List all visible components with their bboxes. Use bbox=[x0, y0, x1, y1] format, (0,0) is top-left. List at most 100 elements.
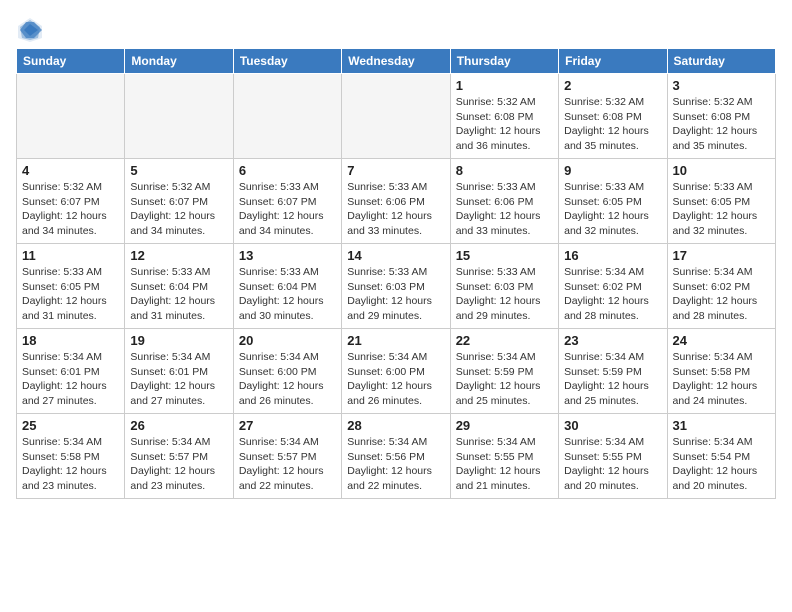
day-number: 30 bbox=[564, 418, 661, 433]
day-number: 22 bbox=[456, 333, 553, 348]
day-info: Sunrise: 5:33 AM Sunset: 6:03 PM Dayligh… bbox=[347, 265, 444, 324]
day-info: Sunrise: 5:32 AM Sunset: 6:07 PM Dayligh… bbox=[130, 180, 227, 239]
calendar-cell: 15 Sunrise: 5:33 AM Sunset: 6:03 PM Dayli… bbox=[450, 244, 558, 329]
day-info: Sunrise: 5:33 AM Sunset: 6:07 PM Dayligh… bbox=[239, 180, 336, 239]
day-info: Sunrise: 5:33 AM Sunset: 6:04 PM Dayligh… bbox=[239, 265, 336, 324]
day-number: 1 bbox=[456, 78, 553, 93]
calendar-cell: 16Sunrise: 5:34 AM Sunset: 6:02 PM Dayli… bbox=[559, 244, 667, 329]
day-number: 28 bbox=[347, 418, 444, 433]
week-row-2: 4 Sunrise: 5:32 AM Sunset: 6:07 PM Daylig… bbox=[17, 159, 776, 244]
logo bbox=[16, 16, 48, 44]
calendar-cell: 17 Sunrise: 5:34 AM Sunset: 6:02 PM Dayli… bbox=[667, 244, 775, 329]
day-info: Sunrise: 5:34 AM Sunset: 6:00 PM Dayligh… bbox=[239, 350, 336, 409]
day-info: Sunrise: 5:34 AM Sunset: 5:57 PM Dayligh… bbox=[239, 435, 336, 494]
calendar-cell: 14 Sunrise: 5:33 AM Sunset: 6:03 PM Dayli… bbox=[342, 244, 450, 329]
calendar-cell: 1 Sunrise: 5:32 AM Sunset: 6:08 PM Daylig… bbox=[450, 74, 558, 159]
week-row-4: 18Sunrise: 5:34 AM Sunset: 6:01 PM Dayli… bbox=[17, 329, 776, 414]
day-info: Sunrise: 5:34 AM Sunset: 5:58 PM Dayligh… bbox=[22, 435, 119, 494]
calendar-cell bbox=[233, 74, 341, 159]
day-info: Sunrise: 5:34 AM Sunset: 6:01 PM Dayligh… bbox=[22, 350, 119, 409]
calendar-cell: 20 Sunrise: 5:34 AM Sunset: 6:00 PM Dayli… bbox=[233, 329, 341, 414]
calendar-cell: 21Sunrise: 5:34 AM Sunset: 6:00 PM Dayli… bbox=[342, 329, 450, 414]
day-number: 19 bbox=[130, 333, 227, 348]
calendar-cell bbox=[342, 74, 450, 159]
calendar-cell: 28 Sunrise: 5:34 AM Sunset: 5:56 PM Dayli… bbox=[342, 414, 450, 499]
calendar-cell: 7 Sunrise: 5:33 AM Sunset: 6:06 PM Daylig… bbox=[342, 159, 450, 244]
day-number: 24 bbox=[673, 333, 770, 348]
column-header-sunday: Sunday bbox=[17, 49, 125, 74]
week-row-5: 25Sunrise: 5:34 AM Sunset: 5:58 PM Dayli… bbox=[17, 414, 776, 499]
calendar-cell: 31Sunrise: 5:34 AM Sunset: 5:54 PM Dayli… bbox=[667, 414, 775, 499]
day-info: Sunrise: 5:33 AM Sunset: 6:05 PM Dayligh… bbox=[564, 180, 661, 239]
calendar-cell: 18Sunrise: 5:34 AM Sunset: 6:01 PM Dayli… bbox=[17, 329, 125, 414]
day-info: Sunrise: 5:34 AM Sunset: 5:59 PM Dayligh… bbox=[456, 350, 553, 409]
day-info: Sunrise: 5:33 AM Sunset: 6:03 PM Dayligh… bbox=[456, 265, 553, 324]
week-row-1: 1 Sunrise: 5:32 AM Sunset: 6:08 PM Daylig… bbox=[17, 74, 776, 159]
day-info: Sunrise: 5:34 AM Sunset: 5:57 PM Dayligh… bbox=[130, 435, 227, 494]
column-header-thursday: Thursday bbox=[450, 49, 558, 74]
day-number: 23 bbox=[564, 333, 661, 348]
day-info: Sunrise: 5:34 AM Sunset: 6:02 PM Dayligh… bbox=[673, 265, 770, 324]
day-number: 11 bbox=[22, 248, 119, 263]
day-info: Sunrise: 5:33 AM Sunset: 6:05 PM Dayligh… bbox=[673, 180, 770, 239]
calendar-cell: 24 Sunrise: 5:34 AM Sunset: 5:58 PM Dayli… bbox=[667, 329, 775, 414]
day-number: 12 bbox=[130, 248, 227, 263]
day-number: 6 bbox=[239, 163, 336, 178]
day-number: 16 bbox=[564, 248, 661, 263]
day-info: Sunrise: 5:33 AM Sunset: 6:06 PM Dayligh… bbox=[347, 180, 444, 239]
week-row-3: 11 Sunrise: 5:33 AM Sunset: 6:05 PM Dayli… bbox=[17, 244, 776, 329]
calendar-cell: 19 Sunrise: 5:34 AM Sunset: 6:01 PM Dayli… bbox=[125, 329, 233, 414]
calendar-cell: 3Sunrise: 5:32 AM Sunset: 6:08 PM Daylig… bbox=[667, 74, 775, 159]
calendar-cell: 29 Sunrise: 5:34 AM Sunset: 5:55 PM Dayli… bbox=[450, 414, 558, 499]
calendar-cell: 5 Sunrise: 5:32 AM Sunset: 6:07 PM Daylig… bbox=[125, 159, 233, 244]
day-number: 15 bbox=[456, 248, 553, 263]
column-header-monday: Monday bbox=[125, 49, 233, 74]
calendar-cell: 22 Sunrise: 5:34 AM Sunset: 5:59 PM Dayli… bbox=[450, 329, 558, 414]
day-number: 26 bbox=[130, 418, 227, 433]
day-info: Sunrise: 5:33 AM Sunset: 6:05 PM Dayligh… bbox=[22, 265, 119, 324]
calendar-cell: 25Sunrise: 5:34 AM Sunset: 5:58 PM Dayli… bbox=[17, 414, 125, 499]
day-number: 5 bbox=[130, 163, 227, 178]
day-number: 13 bbox=[239, 248, 336, 263]
column-header-saturday: Saturday bbox=[667, 49, 775, 74]
day-number: 20 bbox=[239, 333, 336, 348]
day-number: 8 bbox=[456, 163, 553, 178]
calendar-cell: 2 Sunrise: 5:32 AM Sunset: 6:08 PM Daylig… bbox=[559, 74, 667, 159]
day-number: 10 bbox=[673, 163, 770, 178]
column-header-tuesday: Tuesday bbox=[233, 49, 341, 74]
calendar-cell: 13 Sunrise: 5:33 AM Sunset: 6:04 PM Dayli… bbox=[233, 244, 341, 329]
calendar-cell: 23 Sunrise: 5:34 AM Sunset: 5:59 PM Dayli… bbox=[559, 329, 667, 414]
day-info: Sunrise: 5:34 AM Sunset: 6:00 PM Dayligh… bbox=[347, 350, 444, 409]
day-info: Sunrise: 5:34 AM Sunset: 5:58 PM Dayligh… bbox=[673, 350, 770, 409]
header bbox=[16, 16, 776, 44]
day-number: 17 bbox=[673, 248, 770, 263]
calendar-cell: 10 Sunrise: 5:33 AM Sunset: 6:05 PM Dayli… bbox=[667, 159, 775, 244]
day-info: Sunrise: 5:34 AM Sunset: 5:55 PM Dayligh… bbox=[456, 435, 553, 494]
calendar-cell: 27Sunrise: 5:34 AM Sunset: 5:57 PM Dayli… bbox=[233, 414, 341, 499]
calendar-cell: 8 Sunrise: 5:33 AM Sunset: 6:06 PM Daylig… bbox=[450, 159, 558, 244]
day-info: Sunrise: 5:34 AM Sunset: 5:59 PM Dayligh… bbox=[564, 350, 661, 409]
day-info: Sunrise: 5:33 AM Sunset: 6:04 PM Dayligh… bbox=[130, 265, 227, 324]
day-number: 7 bbox=[347, 163, 444, 178]
calendar-cell bbox=[17, 74, 125, 159]
calendar-cell: 30Sunrise: 5:34 AM Sunset: 5:55 PM Dayli… bbox=[559, 414, 667, 499]
calendar-cell: 11 Sunrise: 5:33 AM Sunset: 6:05 PM Dayli… bbox=[17, 244, 125, 329]
day-number: 9 bbox=[564, 163, 661, 178]
day-info: Sunrise: 5:32 AM Sunset: 6:08 PM Dayligh… bbox=[564, 95, 661, 154]
day-number: 4 bbox=[22, 163, 119, 178]
calendar-cell: 12 Sunrise: 5:33 AM Sunset: 6:04 PM Dayli… bbox=[125, 244, 233, 329]
calendar-cell bbox=[125, 74, 233, 159]
calendar-cell: 26 Sunrise: 5:34 AM Sunset: 5:57 PM Dayli… bbox=[125, 414, 233, 499]
calendar-header-row: SundayMondayTuesdayWednesdayThursdayFrid… bbox=[17, 49, 776, 74]
day-info: Sunrise: 5:32 AM Sunset: 6:07 PM Dayligh… bbox=[22, 180, 119, 239]
day-info: Sunrise: 5:34 AM Sunset: 5:56 PM Dayligh… bbox=[347, 435, 444, 494]
day-info: Sunrise: 5:32 AM Sunset: 6:08 PM Dayligh… bbox=[456, 95, 553, 154]
day-number: 14 bbox=[347, 248, 444, 263]
day-info: Sunrise: 5:34 AM Sunset: 6:01 PM Dayligh… bbox=[130, 350, 227, 409]
day-number: 2 bbox=[564, 78, 661, 93]
calendar-cell: 4 Sunrise: 5:32 AM Sunset: 6:07 PM Daylig… bbox=[17, 159, 125, 244]
calendar-cell: 6 Sunrise: 5:33 AM Sunset: 6:07 PM Daylig… bbox=[233, 159, 341, 244]
day-number: 29 bbox=[456, 418, 553, 433]
column-header-friday: Friday bbox=[559, 49, 667, 74]
day-info: Sunrise: 5:33 AM Sunset: 6:06 PM Dayligh… bbox=[456, 180, 553, 239]
